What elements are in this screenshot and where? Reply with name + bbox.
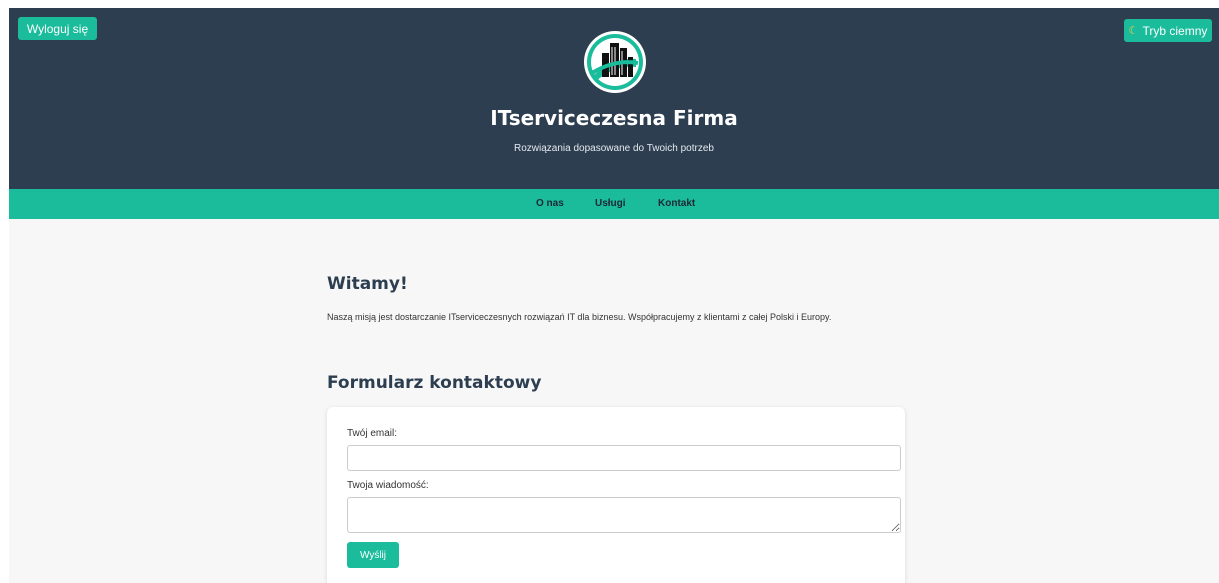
welcome-heading: Witamy!	[327, 274, 408, 294]
nav-item-uslugi[interactable]: Usługi	[595, 189, 626, 219]
site-header: Wyloguj się ☾ Tryb ciemny ITserviceczesn…	[9, 8, 1219, 189]
site-subtitle: Rozwiązania dopasowane do Twoich potrzeb	[514, 143, 714, 154]
contact-form: Twój email: Twoja wiadomość: Wyślij	[327, 407, 905, 583]
building-logo-icon	[582, 29, 648, 95]
logout-button[interactable]: Wyloguj się	[18, 17, 97, 40]
send-button[interactable]: Wyślij	[347, 542, 399, 568]
message-label: Twoja wiadomość:	[347, 480, 429, 491]
email-field[interactable]	[347, 445, 901, 471]
contact-form-heading: Formularz kontaktowy	[327, 373, 542, 393]
dark-mode-toggle-label: Tryb ciemny	[1142, 23, 1208, 38]
site-title: ITserviceczesna Firma	[490, 106, 738, 130]
nav-item-kontakt[interactable]: Kontakt	[658, 189, 695, 219]
email-label: Twój email:	[347, 428, 398, 439]
page-viewport: Wyloguj się ☾ Tryb ciemny ITserviceczesn…	[9, 8, 1219, 583]
moon-icon: ☾	[1128, 25, 1139, 37]
dark-mode-toggle-button[interactable]: ☾ Tryb ciemny	[1124, 19, 1212, 42]
main-nav: O nas Usługi Kontakt	[9, 189, 1219, 219]
nav-item-o-nas[interactable]: O nas	[536, 189, 564, 219]
message-field[interactable]	[347, 497, 901, 533]
welcome-text: Naszą misją jest dostarczanie ITservicec…	[327, 312, 832, 322]
